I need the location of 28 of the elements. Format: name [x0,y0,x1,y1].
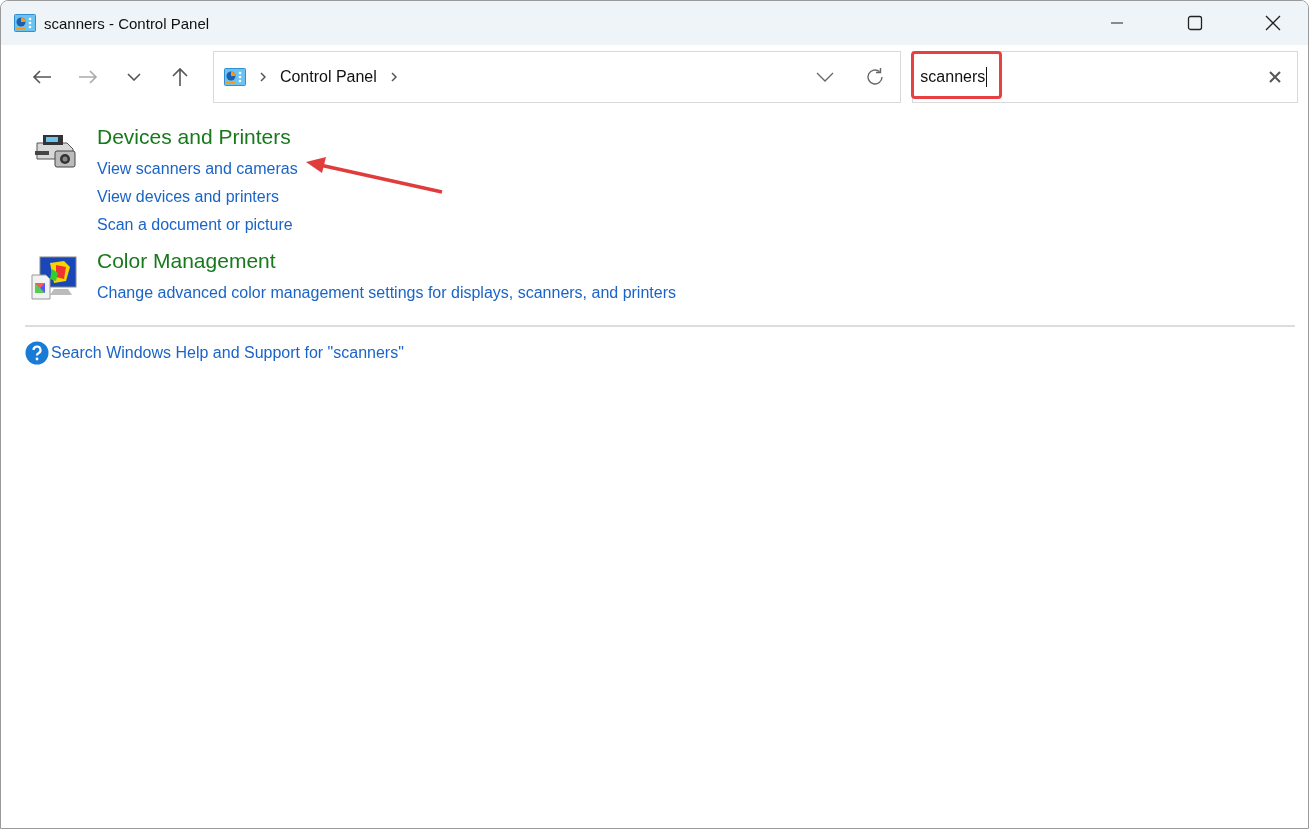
chevron-down-icon [816,72,835,82]
breadcrumb[interactable]: Control Panel [279,68,377,86]
help-link[interactable]: Search Windows Help and Support for "scanners" [51,344,404,362]
search-value: scanners [920,67,988,87]
maximize-icon [1187,15,1203,31]
control-panel-icon [14,14,36,32]
task-link[interactable]: Scan a document or picture [97,216,293,234]
minimize-icon [1111,22,1123,24]
chevron-right-icon [259,72,266,82]
category-heading[interactable]: Color Management [97,247,676,275]
left-arrow-icon [32,69,52,85]
close-icon [1269,71,1281,83]
task-link[interactable]: View scanners and cameras [97,160,298,178]
control-panel-icon [223,68,246,86]
chevron-down-icon [126,73,141,81]
refresh-icon [865,67,886,87]
window-title: scanners - Control Panel [44,14,211,32]
chevron-right-icon [390,72,397,82]
task-link[interactable]: View devices and printers [97,188,280,206]
color-monitor-icon [30,253,80,303]
address-bar[interactable]: Control Panel [212,51,902,103]
search-field[interactable]: scanners [912,51,1298,103]
category-heading[interactable]: Devices and Printers [97,123,298,151]
right-arrow-icon [77,69,98,85]
close-icon [1265,15,1281,31]
help-icon [25,341,49,365]
task-link[interactable]: Change advanced color management settings for displays, scanners, and printers [97,284,676,302]
up-arrow-icon [170,67,189,87]
